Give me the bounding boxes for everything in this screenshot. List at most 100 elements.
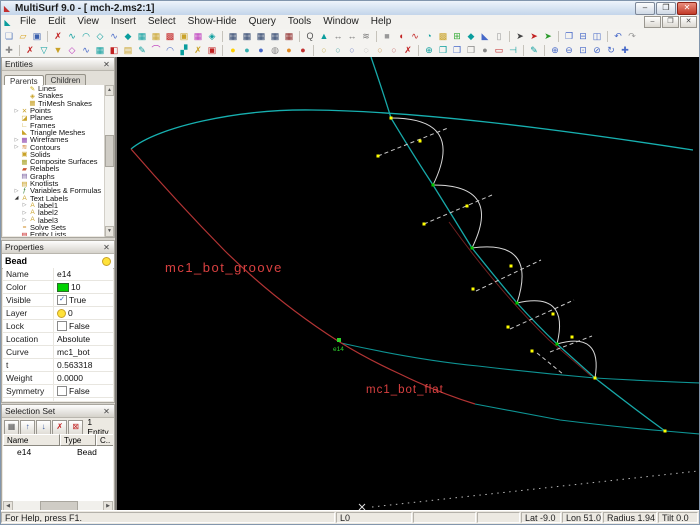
bulb-icon[interactable]: [57, 308, 66, 318]
open-icon[interactable]: ▱: [16, 30, 30, 43]
point-marker-green[interactable]: [470, 246, 474, 250]
point-marker-green[interactable]: [515, 301, 519, 305]
prop-value[interactable]: mc1_bot: [54, 346, 113, 358]
copy-1-icon[interactable]: ❐: [436, 44, 450, 57]
mk-curve-icon[interactable]: ∿: [79, 44, 93, 57]
point-marker-yellow[interactable]: [663, 429, 667, 433]
hide-surfs-icon[interactable]: ○: [373, 44, 387, 57]
tree-item-entity-lists[interactable]: ▤ Entity Lists: [3, 230, 113, 236]
point-marker-yellow[interactable]: [389, 116, 393, 120]
zoom-in-icon[interactable]: ⊕: [548, 44, 562, 57]
prop-value[interactable]: False: [54, 385, 113, 397]
block-icon[interactable]: ■: [380, 30, 394, 43]
insert-solid-icon[interactable]: ▣: [177, 30, 191, 43]
checkbox-icon[interactable]: [57, 321, 67, 331]
show-query-icon[interactable]: ◍: [268, 44, 282, 57]
circle-tool-icon[interactable]: ◔: [422, 30, 436, 43]
rotate-view-icon[interactable]: ↻: [604, 44, 618, 57]
mk-label-icon[interactable]: ✎: [135, 44, 149, 57]
prop-value[interactable]: 0: [54, 307, 113, 319]
fair-curve-icon[interactable]: ≋: [359, 30, 373, 43]
view-front-icon[interactable]: ▦: [226, 30, 240, 43]
insert-snake-icon[interactable]: ◆: [121, 30, 135, 43]
insert-composite-icon[interactable]: ▦: [191, 30, 205, 43]
expand-collapsed-icon[interactable]: ▷: [13, 144, 20, 150]
save-icon[interactable]: ▣: [30, 30, 44, 43]
mk-magnet-icon[interactable]: ▼: [51, 44, 65, 57]
units-icon[interactable]: ✚: [2, 44, 16, 57]
groove-arc-1[interactable]: [390, 117, 444, 186]
prop-value[interactable]: 10: [54, 281, 113, 293]
prop-value[interactable]: ✓ True: [54, 294, 113, 306]
child-close-icon[interactable]: ✕: [680, 16, 697, 28]
point-marker-yellow[interactable]: [465, 204, 469, 208]
expand-expanded-icon[interactable]: ◢: [13, 195, 20, 201]
nudge-left-icon[interactable]: ↔: [331, 30, 345, 43]
mk-arc2-icon[interactable]: ⌒: [149, 44, 163, 57]
curve-mc-diagonal[interactable]: [370, 57, 666, 432]
angle-measure-icon[interactable]: ▲: [317, 30, 331, 43]
tab-children[interactable]: Children: [44, 74, 87, 85]
insert-entity-icon[interactable]: ◈: [205, 30, 219, 43]
color-swatch[interactable]: [57, 282, 69, 292]
corner-tool-icon[interactable]: ◣: [478, 30, 492, 43]
mk-mesh-icon[interactable]: ▤: [121, 44, 135, 57]
copy-2-icon[interactable]: ❐: [450, 44, 464, 57]
canvas-label-e14[interactable]: e14: [333, 346, 344, 353]
expand-collapsed-icon[interactable]: ▷: [13, 137, 20, 143]
prop-value[interactable]: 0.0000: [54, 372, 113, 384]
scroll-up-icon[interactable]: ▲: [105, 85, 114, 96]
expand-collapsed-icon[interactable]: ▷: [21, 217, 28, 223]
point-marker-yellow[interactable]: [570, 335, 574, 339]
red-curve-icon[interactable]: ∿: [408, 30, 422, 43]
bead-e14-marker[interactable]: [337, 338, 341, 342]
prop-value[interactable]: 0.563318: [54, 359, 113, 371]
mk-snake2-icon[interactable]: ◧: [107, 44, 121, 57]
point-marker-yellow[interactable]: [422, 222, 426, 226]
menu-query[interactable]: Query: [243, 15, 282, 29]
checkbox-icon[interactable]: ✓: [57, 295, 67, 305]
scroll-down-icon[interactable]: ▼: [105, 226, 114, 237]
point-marker-yellow[interactable]: [593, 376, 597, 380]
table-row[interactable]: e14BeadP..: [3, 446, 113, 458]
canvas-label-mc1-bot-flat[interactable]: mc1_bot_flat: [366, 384, 444, 396]
expand-collapsed-icon[interactable]: ▷: [21, 210, 28, 216]
viewport-canvas[interactable]: mc1_bot_groove mc1_bot_flat e14: [115, 57, 700, 513]
canvas-label-mc1-bot-groove[interactable]: mc1_bot_groove: [165, 260, 283, 275]
mk-point-icon[interactable]: ✗: [23, 44, 37, 57]
view-multi-icon[interactable]: ▦: [282, 30, 296, 43]
undo-icon[interactable]: ↶: [611, 30, 625, 43]
menu-help[interactable]: Help: [365, 15, 398, 29]
prop-value[interactable]: [54, 398, 113, 401]
close-icon[interactable]: ✕: [102, 407, 111, 416]
point-marker-yellow[interactable]: [551, 312, 555, 316]
win-cascade-icon[interactable]: ❐: [562, 30, 576, 43]
menu-show-hide[interactable]: Show-Hide: [182, 15, 243, 29]
nudge-right-icon[interactable]: ↔: [345, 30, 359, 43]
minimize-icon[interactable]: –: [635, 1, 655, 15]
dot-op-icon[interactable]: ●: [478, 44, 492, 57]
column-header-type[interactable]: Type: [60, 434, 96, 446]
grid-tool-icon[interactable]: ▩: [436, 30, 450, 43]
copy-3-icon[interactable]: ❐: [464, 44, 478, 57]
mk-surf-icon[interactable]: ▦: [93, 44, 107, 57]
point-marker-yellow[interactable]: [376, 154, 380, 158]
curve-mc1-bot-red[interactable]: [130, 148, 476, 405]
sel-move-up-icon[interactable]: ↑: [20, 419, 36, 435]
mk-bead-icon[interactable]: ▽: [37, 44, 51, 57]
zoom-out-icon[interactable]: ⊖: [562, 44, 576, 57]
door-tool-icon[interactable]: ▯: [492, 30, 506, 43]
view-side-icon[interactable]: ▦: [254, 30, 268, 43]
win-tile-h-icon[interactable]: ⊟: [576, 30, 590, 43]
sel-remove-icon[interactable]: ✗: [52, 419, 68, 435]
expand-collapsed-icon[interactable]: ▷: [13, 188, 20, 194]
menu-tools[interactable]: Tools: [282, 15, 317, 29]
insert-ccurve-icon[interactable]: ∿: [107, 30, 121, 43]
sel-move-down-icon[interactable]: ↓: [36, 419, 52, 435]
point-marker-yellow[interactable]: [509, 264, 513, 268]
viewport-drawing[interactable]: mc1_bot_groove mc1_bot_flat e14: [117, 57, 700, 511]
menu-file[interactable]: File: [14, 15, 42, 29]
scroll-thumb[interactable]: [105, 135, 114, 167]
groove-arc-2[interactable]: [432, 184, 482, 249]
bulb-icon[interactable]: [102, 256, 111, 266]
